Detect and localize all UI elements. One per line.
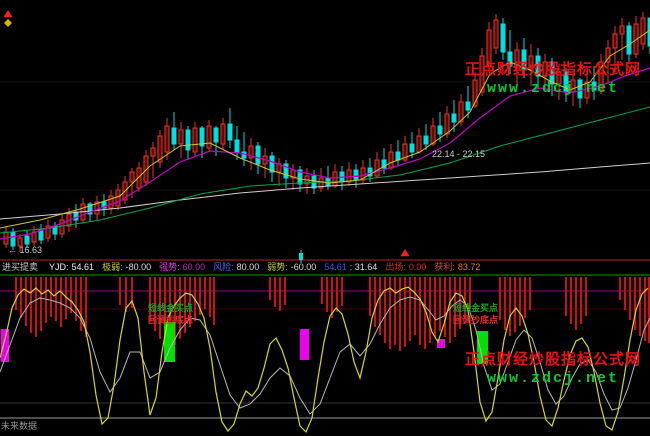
signal-label-line2: 回调抄底点 (453, 314, 498, 326)
header-value-jiruo: 极弱:-80.00 (102, 261, 151, 274)
header-value-chuchang: 出场:0.00 (385, 261, 426, 274)
chart-canvas[interactable] (0, 0, 650, 436)
header-value-blue: 54.61: 31.64 (324, 261, 377, 274)
header-value-ruoshi: 弱势:-60.00 (267, 261, 316, 274)
header-value-qiangshi: 强势:60.00 (159, 261, 205, 274)
price-low-label: ← 16.63 (8, 245, 42, 255)
header-value-huoli: 获利:83.72 (434, 261, 480, 274)
signal-label-line2: 回调抄底点 (148, 314, 193, 326)
stock-chart-window: 正点财经炒股指标公式网 www.zdcj.net 正点财经炒股指标公式网 www… (0, 0, 650, 436)
signal-label-line1: 短线金买点 (453, 302, 498, 314)
signal-label-1: 短线金买点 回调抄底点 (148, 302, 193, 326)
header-value-fengxian: 风险:80.00 (213, 261, 259, 274)
indicator-header: 进买提卖 YJD:54.61 极弱:-80.00 强势:60.00 风险:80.… (2, 261, 648, 274)
indicator-name: 进买提卖 (2, 261, 41, 274)
future-data-label: 未来数据 (1, 421, 37, 431)
price-range-label: 22.14 - 22.15 (432, 149, 485, 159)
signal-label-2: 短线金买点 回调抄底点 (453, 302, 498, 326)
signal-label-line1: 短线金买点 (148, 302, 193, 314)
header-value-yjd: YJD:54.61 (49, 261, 94, 274)
